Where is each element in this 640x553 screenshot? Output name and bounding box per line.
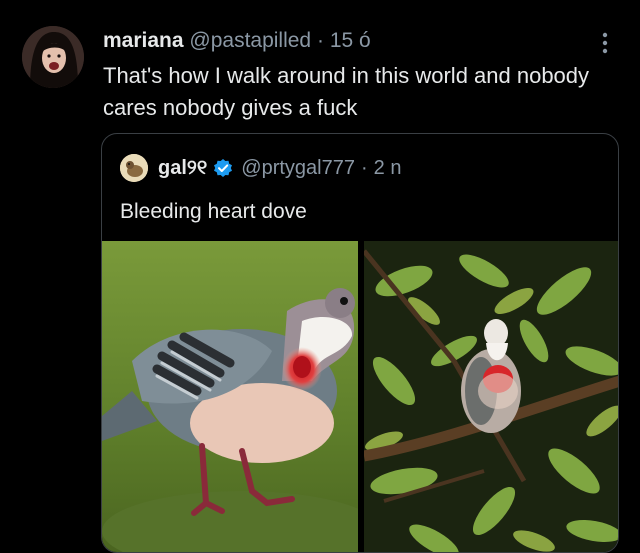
author-name[interactable]: mariana — [103, 29, 184, 52]
quoted-author-name[interactable]: gal୨୧ — [158, 155, 207, 181]
separator-dot: · — [316, 29, 324, 52]
post-time[interactable]: 15 ó — [330, 29, 371, 52]
quoted-post-card[interactable]: gal୨୧ @prtygal777 · 2 n Bleeding heart d… — [101, 133, 619, 553]
quoted-author-handle[interactable]: @prtygal777 — [241, 155, 355, 181]
quoted-author-avatar[interactable] — [120, 154, 148, 182]
quoted-post-time[interactable]: 2 n — [374, 155, 402, 181]
dove-photo-branches[interactable] — [364, 241, 618, 552]
separator-dot: · — [360, 157, 368, 179]
verified-badge-icon — [213, 158, 233, 178]
quoted-post-text: Bleeding heart dove — [120, 200, 307, 223]
author-avatar[interactable] — [22, 26, 84, 88]
post-header: mariana @pastapilled · 15 ó — [103, 28, 371, 54]
quoted-post-header: gal୨୧ @prtygal777 · 2 n — [120, 154, 401, 182]
post-text: That's how I walk around in this world a… — [103, 63, 590, 120]
dove-photo-closeup[interactable] — [102, 241, 358, 552]
more-vertical-icon[interactable] — [598, 30, 612, 56]
author-handle[interactable]: @pastapilled — [189, 29, 311, 52]
